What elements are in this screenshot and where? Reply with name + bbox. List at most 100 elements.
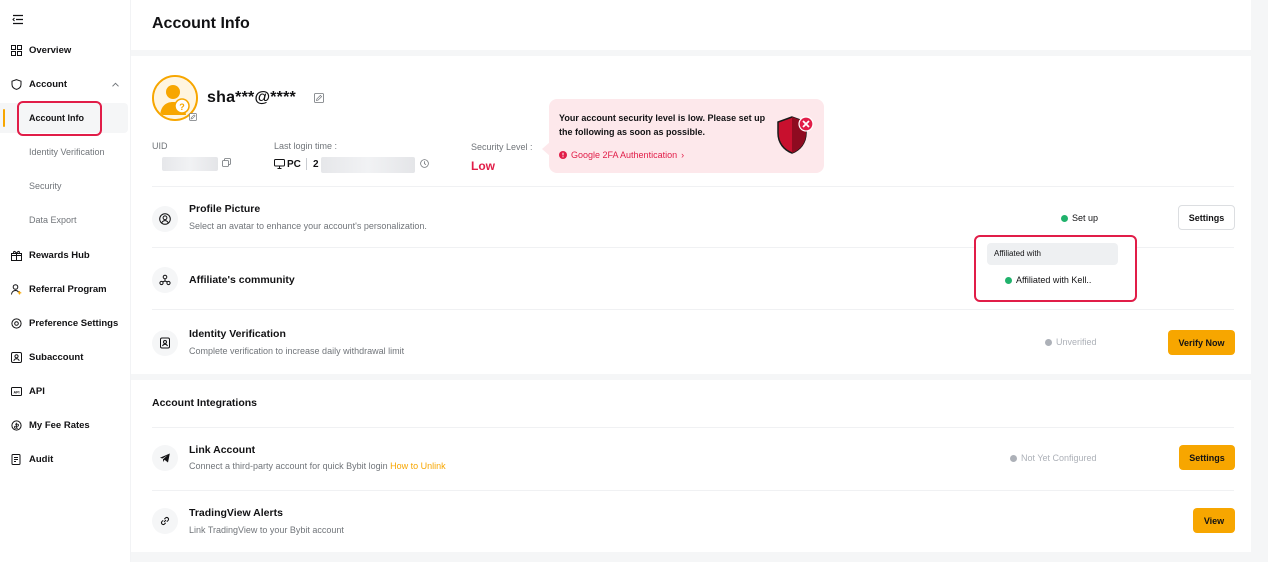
profile-picture-settings-button[interactable]: Settings xyxy=(1178,205,1235,230)
shield-warning-icon xyxy=(777,116,814,154)
uid-value-redacted xyxy=(162,157,218,171)
sidebar-item-overview[interactable]: Overview xyxy=(0,35,128,65)
how-to-unlink-link[interactable]: How to Unlink xyxy=(390,461,446,471)
sidebar-item-security[interactable]: Security xyxy=(0,171,128,201)
uid-label: UID xyxy=(152,141,168,151)
link-account-desc-text: Connect a third-party account for quick … xyxy=(189,461,388,471)
tradingview-desc: Link TradingView to your Bybit account xyxy=(189,525,344,535)
profile-picture-title: Profile Picture xyxy=(189,203,261,215)
identity-status: Unverified xyxy=(1045,337,1097,347)
status-text: Unverified xyxy=(1056,337,1097,347)
edit-username-icon[interactable] xyxy=(314,93,324,103)
divider xyxy=(306,158,307,170)
status-dot-green xyxy=(1005,276,1012,284)
sidebar-item-audit[interactable]: Audit xyxy=(0,444,128,474)
id-card-icon xyxy=(160,337,170,349)
last-login-time-prefix: 2 xyxy=(313,159,319,170)
sidebar-item-preference-settings[interactable]: Preference Settings xyxy=(0,308,128,338)
link-account-row-icon xyxy=(152,445,178,471)
sidebar-item-label: Subaccount xyxy=(29,351,84,363)
collapse-menu-icon[interactable] xyxy=(12,14,24,25)
status-text: Not Yet Configured xyxy=(1021,453,1097,463)
affiliate-title: Affiliate's community xyxy=(189,274,295,286)
sidebar-item-label: My Fee Rates xyxy=(29,419,90,431)
status-text: Set up xyxy=(1072,213,1099,223)
sidebar-item-rewards-hub[interactable]: Rewards Hub xyxy=(0,240,128,270)
sidebar-item-label: Rewards Hub xyxy=(29,249,90,261)
sidebar-item-label: Overview xyxy=(29,44,72,56)
google-2fa-link[interactable]: Google 2FA Authentication › xyxy=(559,150,684,160)
clock-icon[interactable] xyxy=(420,159,429,168)
divider xyxy=(152,186,1234,187)
link-chain-icon xyxy=(161,517,169,525)
section-title-account-integrations: Account Integrations xyxy=(152,397,258,409)
person-plus-icon xyxy=(11,283,22,295)
chevron-right-icon: › xyxy=(681,150,685,160)
divider xyxy=(152,490,1234,491)
sidebar-item-label: API xyxy=(29,385,45,397)
user-circle-icon xyxy=(159,213,171,225)
sidebar-item-identity-verification[interactable]: Identity Verification xyxy=(0,137,128,167)
alert-icon xyxy=(559,151,567,159)
divider xyxy=(152,309,1234,310)
link-account-desc: Connect a third-party account for quick … xyxy=(189,461,446,471)
link-account-title: Link Account xyxy=(189,444,256,456)
gear-icon xyxy=(11,317,22,329)
username: sha***@**** xyxy=(207,89,296,106)
security-warning-popup: Your account security level is low. Plea… xyxy=(542,99,824,173)
sidebar-item-label: Account xyxy=(29,78,67,90)
sidebar-item-label: Security xyxy=(29,181,62,191)
audit-icon xyxy=(11,453,21,465)
affiliate-status[interactable]: Affiliated with Kell.. xyxy=(1005,275,1091,285)
profile-picture-desc: Select an avatar to enhance your account… xyxy=(189,221,427,231)
verify-now-button[interactable]: Verify Now xyxy=(1168,330,1235,355)
sidebar-item-label: Identity Verification xyxy=(29,147,105,157)
identity-verification-title: Identity Verification xyxy=(189,328,286,340)
sidebar-item-referral-program[interactable]: Referral Program xyxy=(0,274,128,304)
tradingview-row-icon xyxy=(152,508,178,534)
sidebar: Overview Account Account Info Identity V… xyxy=(0,0,131,562)
sidebar-item-account[interactable]: Account xyxy=(0,69,128,99)
page-title: Account Info xyxy=(152,15,250,32)
telegram-icon xyxy=(160,453,170,463)
sidebar-item-label: Preference Settings xyxy=(29,317,119,329)
sidebar-item-my-fee-rates[interactable]: My Fee Rates xyxy=(0,410,128,440)
security-level-label: Security Level : xyxy=(471,142,533,152)
sidebar-item-label: Audit xyxy=(29,453,54,465)
link-account-status: Not Yet Configured xyxy=(1010,453,1097,463)
link-account-settings-button[interactable]: Settings xyxy=(1179,445,1235,470)
security-warning-message: Your account security level is low. Plea… xyxy=(559,113,766,137)
status-text: Affiliated with Kell.. xyxy=(1016,275,1092,285)
tradingview-title: TradingView Alerts xyxy=(189,507,283,519)
sidebar-item-data-export[interactable]: Data Export xyxy=(0,205,128,235)
sidebar-item-label: Referral Program xyxy=(29,283,107,295)
divider xyxy=(152,427,1234,428)
identity-verification-desc: Complete verification to increase daily … xyxy=(189,346,405,356)
highlight-annotation-box xyxy=(17,101,102,136)
shield-icon xyxy=(11,78,22,90)
grid-icon xyxy=(11,44,22,56)
subaccount-icon xyxy=(11,351,22,363)
sidebar-item-subaccount[interactable]: Subaccount xyxy=(0,342,128,372)
status-dot-green xyxy=(1061,214,1068,222)
last-login-time-redacted xyxy=(321,157,415,173)
security-level-value: Low xyxy=(471,159,495,173)
avatar-edit-icon[interactable] xyxy=(189,113,197,121)
community-icon xyxy=(159,274,171,286)
gift-icon xyxy=(11,250,22,261)
svg-text:API: API xyxy=(14,390,20,394)
last-login-device: PC xyxy=(287,159,301,170)
svg-text:?: ? xyxy=(179,102,185,112)
affiliate-status-highlight: Affiliated with Affiliated with Kell.. xyxy=(974,235,1137,302)
monitor-icon xyxy=(274,159,285,169)
sidebar-item-api[interactable]: API API xyxy=(0,376,128,406)
sidebar-item-label: Data Export xyxy=(29,215,77,225)
chevron-up-icon[interactable] xyxy=(112,82,119,87)
affiliate-tooltip: Affiliated with xyxy=(987,243,1118,265)
google-2fa-link-label: Google 2FA Authentication xyxy=(571,150,678,160)
last-login-label: Last login time : xyxy=(274,141,338,151)
api-icon: API xyxy=(11,386,22,396)
affiliate-row-icon xyxy=(152,267,178,293)
copy-icon[interactable] xyxy=(222,158,231,167)
tradingview-view-button[interactable]: View xyxy=(1193,508,1235,533)
